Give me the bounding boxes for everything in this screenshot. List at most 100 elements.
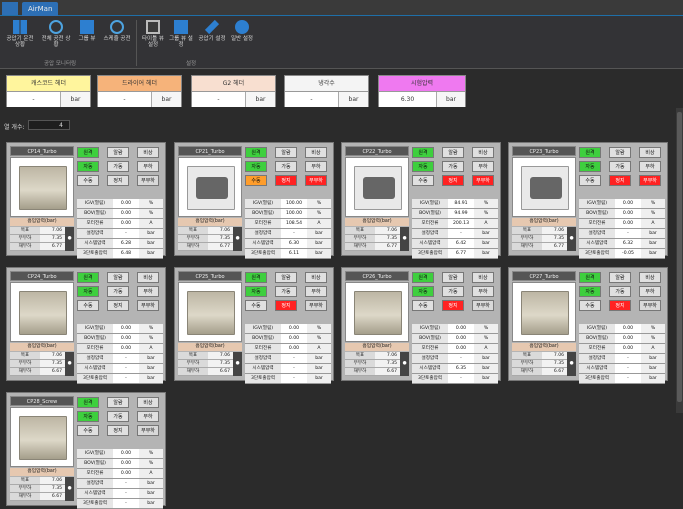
status-unload[interactable]: 무부하	[639, 175, 661, 186]
machine-image	[521, 166, 569, 210]
status-emergency[interactable]: 비상	[137, 397, 159, 408]
status-alarm[interactable]: 알람	[609, 147, 631, 158]
intake-pressure-label: 흡입압력(bar)	[10, 468, 74, 476]
status-loadx[interactable]: 부하	[137, 161, 159, 172]
status-auto[interactable]: 자동	[77, 286, 99, 297]
header-unit: bar	[437, 92, 465, 107]
status-manual[interactable]: 수동	[245, 175, 267, 186]
param-row: 시스템압력 - bar	[245, 364, 331, 374]
status-unload[interactable]: 무부하	[137, 175, 159, 186]
status-loadx[interactable]: 부하	[639, 286, 661, 297]
status-stop[interactable]: 정지	[442, 175, 464, 186]
status-remote[interactable]: 원격	[77, 272, 99, 283]
status-remote[interactable]: 원격	[412, 147, 434, 158]
status-load[interactable]: 가동	[275, 286, 297, 297]
status-load[interactable]: 가동	[609, 161, 631, 172]
status-manual[interactable]: 수동	[579, 175, 601, 186]
status-auto[interactable]: 자동	[245, 286, 267, 297]
status-stop[interactable]: 정지	[609, 175, 631, 186]
status-emergency[interactable]: 비상	[472, 272, 494, 283]
status-stop[interactable]: 정지	[107, 425, 129, 436]
status-manual[interactable]: 수동	[245, 300, 267, 311]
status-manual[interactable]: 수동	[579, 300, 601, 311]
status-alarm[interactable]: 알람	[107, 272, 129, 283]
status-load[interactable]: 가동	[275, 161, 297, 172]
ribbon-btn-group-view[interactable]: 그룹 뷰	[76, 18, 98, 56]
ribbon-btn-group-view-settings[interactable]: 그룹 뷰 설정	[168, 18, 194, 56]
status-unload[interactable]: 무부하	[137, 425, 159, 436]
status-load[interactable]: 가동	[442, 161, 464, 172]
status-loadx[interactable]: 부하	[137, 286, 159, 297]
status-stop[interactable]: 정지	[107, 175, 129, 186]
status-stop[interactable]: 정지	[275, 300, 297, 311]
ribbon-btn-overall-status[interactable]: 전체 공전 상황	[40, 18, 72, 56]
status-loadx[interactable]: 부하	[639, 161, 661, 172]
status-unload[interactable]: 무부하	[639, 300, 661, 311]
status-remote[interactable]: 원격	[77, 397, 99, 408]
status-remote[interactable]: 원격	[579, 147, 601, 158]
tab-airman[interactable]: AirMan	[22, 2, 59, 16]
status-alarm[interactable]: 알람	[609, 272, 631, 283]
status-unload[interactable]: 무부하	[472, 175, 494, 186]
status-manual[interactable]: 수동	[77, 175, 99, 186]
status-alarm[interactable]: 알람	[107, 147, 129, 158]
status-alarm[interactable]: 알람	[107, 397, 129, 408]
status-stop[interactable]: 정지	[275, 175, 297, 186]
status-emergency[interactable]: 비상	[472, 147, 494, 158]
status-auto[interactable]: 자동	[245, 161, 267, 172]
side-tab: ●	[65, 352, 74, 376]
status-alarm[interactable]: 알람	[275, 147, 297, 158]
status-stop[interactable]: 정지	[442, 300, 464, 311]
status-loadx[interactable]: 부하	[305, 161, 327, 172]
status-emergency[interactable]: 비상	[137, 147, 159, 158]
ribbon-btn-title-view-settings[interactable]: 타이틀 뷰 설정	[140, 18, 166, 56]
status-load[interactable]: 가동	[442, 286, 464, 297]
status-unload[interactable]: 무부하	[137, 300, 159, 311]
status-manual[interactable]: 수동	[77, 425, 99, 436]
status-emergency[interactable]: 비상	[639, 272, 661, 283]
status-manual[interactable]: 수동	[412, 175, 434, 186]
status-alarm[interactable]: 알람	[442, 272, 464, 283]
status-unload[interactable]: 무부하	[305, 175, 327, 186]
status-emergency[interactable]: 비상	[137, 272, 159, 283]
ribbon-btn-compressor-settings[interactable]: 공압기 설정	[198, 18, 226, 56]
status-alarm[interactable]: 알람	[275, 272, 297, 283]
column-count-input[interactable]: 4	[28, 120, 70, 130]
ribbon-btn-general-settings[interactable]: 일반 설정	[228, 18, 256, 56]
status-auto[interactable]: 자동	[77, 161, 99, 172]
file-tab[interactable]	[2, 2, 18, 15]
status-remote[interactable]: 원격	[579, 272, 601, 283]
status-load[interactable]: 가동	[107, 161, 129, 172]
status-loadx[interactable]: 부하	[305, 286, 327, 297]
status-remote[interactable]: 원격	[245, 147, 267, 158]
status-remote[interactable]: 원격	[77, 147, 99, 158]
ribbon-btn-compressor-status[interactable]: 공압기 운전상황	[4, 18, 36, 56]
status-stop[interactable]: 정지	[609, 300, 631, 311]
status-auto[interactable]: 자동	[579, 161, 601, 172]
status-loadx[interactable]: 부하	[472, 161, 494, 172]
status-remote[interactable]: 원격	[412, 272, 434, 283]
status-alarm[interactable]: 알람	[442, 147, 464, 158]
scrollbar-thumb[interactable]	[677, 112, 682, 402]
status-auto[interactable]: 자동	[412, 286, 434, 297]
status-auto[interactable]: 자동	[412, 161, 434, 172]
status-loadx[interactable]: 부하	[472, 286, 494, 297]
compressor-image	[345, 157, 409, 217]
status-emergency[interactable]: 비상	[639, 147, 661, 158]
status-unload[interactable]: 무부하	[472, 300, 494, 311]
status-emergency[interactable]: 비상	[305, 147, 327, 158]
status-unload[interactable]: 무부하	[305, 300, 327, 311]
status-manual[interactable]: 수동	[77, 300, 99, 311]
status-remote[interactable]: 원격	[245, 272, 267, 283]
side-tab: ●	[400, 352, 409, 376]
header-panel: 시험압력 6.30 bar	[378, 75, 466, 107]
status-load[interactable]: 가동	[107, 286, 129, 297]
status-load[interactable]: 가동	[609, 286, 631, 297]
ribbon-btn-schedule[interactable]: 스케쥴 공전	[102, 18, 132, 56]
status-stop[interactable]: 정지	[107, 300, 129, 311]
status-emergency[interactable]: 비상	[305, 272, 327, 283]
scrollbar-vertical[interactable]	[676, 108, 683, 413]
status-manual[interactable]: 수동	[412, 300, 434, 311]
status-auto[interactable]: 자동	[579, 286, 601, 297]
param-row: 설정압력 - bar	[412, 229, 498, 239]
